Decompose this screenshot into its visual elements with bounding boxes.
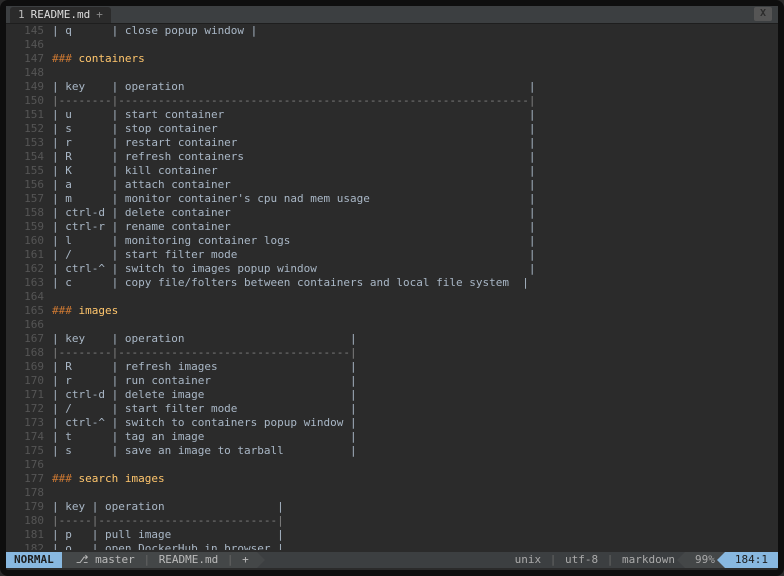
status-filename: README.md (159, 553, 219, 566)
code-line: | ctrl-^ | switch to containers popup wi… (52, 416, 778, 430)
code-line: | q | close popup window | (52, 24, 778, 38)
branch-name: master (95, 553, 135, 566)
code-line: | key | operation | (52, 500, 778, 514)
line-number: 175 (6, 444, 44, 458)
code-line: | R | refresh containers | (52, 150, 778, 164)
code-line: | r | run container | (52, 374, 778, 388)
line-number: 165 (6, 304, 44, 318)
close-icon[interactable]: X (754, 7, 772, 21)
filetype: markdown (622, 553, 675, 566)
line-number: 156 (6, 178, 44, 192)
editor-pane[interactable]: 1451461471481491501511521531541551561571… (6, 24, 778, 550)
code-area[interactable]: | q | close popup window | ### containers… (52, 24, 778, 550)
code-line: | / | start filter mode | (52, 402, 778, 416)
code-line: | s | save an image to tarball | (52, 444, 778, 458)
line-number: 169 (6, 360, 44, 374)
line-number: 162 (6, 262, 44, 276)
line-number: 153 (6, 136, 44, 150)
line-number: 149 (6, 80, 44, 94)
line-number: 154 (6, 150, 44, 164)
cursor-position: 184:1 (725, 552, 778, 568)
tab-modified-flag: + (96, 8, 103, 22)
code-line: | m | monitor container's cpu nad mem us… (52, 192, 778, 206)
line-number: 167 (6, 332, 44, 346)
mode-indicator: NORMAL (6, 552, 62, 568)
code-line (52, 66, 778, 80)
line-number: 180 (6, 514, 44, 528)
line-number: 151 (6, 108, 44, 122)
code-line: | l | monitoring container logs | (52, 234, 778, 248)
code-line: | key | operation | (52, 332, 778, 346)
line-number: 147 (6, 52, 44, 66)
line-number: 146 (6, 38, 44, 52)
code-line: | ctrl-d | delete image | (52, 388, 778, 402)
line-number: 150 (6, 94, 44, 108)
git-segment: ⎇ master | README.md | + (62, 552, 257, 568)
line-number: 177 (6, 472, 44, 486)
code-line: | R | refresh images | (52, 360, 778, 374)
line-number: 181 (6, 528, 44, 542)
line-number: 173 (6, 416, 44, 430)
line-number: 182 (6, 542, 44, 550)
line-number: 171 (6, 388, 44, 402)
code-line (52, 38, 778, 52)
code-line: |--------|------------------------------… (52, 346, 778, 360)
code-line (52, 318, 778, 332)
fileformat: unix (515, 553, 542, 566)
code-line: | o | open DockerHub in browser | (52, 542, 778, 550)
code-line: | r | restart container | (52, 136, 778, 150)
line-number: 158 (6, 206, 44, 220)
tab-readme[interactable]: 1 README.md + (10, 7, 111, 23)
line-number: 164 (6, 290, 44, 304)
code-line: | K | kill container | (52, 164, 778, 178)
line-number: 148 (6, 66, 44, 80)
encoding: utf-8 (565, 553, 598, 566)
code-line: | ctrl-d | delete container | (52, 206, 778, 220)
code-line (52, 486, 778, 500)
code-line: |--------|------------------------------… (52, 94, 778, 108)
code-line: | a | attach container | (52, 178, 778, 192)
code-line (52, 458, 778, 472)
code-line: ### images (52, 304, 778, 318)
code-line: | ctrl-r | rename container | (52, 220, 778, 234)
line-number: 152 (6, 122, 44, 136)
line-number: 179 (6, 500, 44, 514)
line-number: 157 (6, 192, 44, 206)
line-number: 170 (6, 374, 44, 388)
code-line: | s | stop container | (52, 122, 778, 136)
line-number: 168 (6, 346, 44, 360)
code-line: | c | copy file/folters between containe… (52, 276, 778, 290)
tab-filename: README.md (31, 8, 91, 22)
code-line: ### search images (52, 472, 778, 486)
status-bar: NORMAL ⎇ master | README.md | + unix | u… (6, 552, 778, 568)
tab-bar: 1 README.md + X (6, 6, 778, 24)
line-number: 163 (6, 276, 44, 290)
tab-index: 1 (18, 8, 25, 22)
code-line: ### containers (52, 52, 778, 66)
line-number: 155 (6, 164, 44, 178)
line-number: 161 (6, 248, 44, 262)
line-number: 178 (6, 486, 44, 500)
file-meta: unix | utf-8 | markdown (505, 552, 685, 568)
code-line: | key | operation | (52, 80, 778, 94)
line-number: 176 (6, 458, 44, 472)
code-line: | ctrl-^ | switch to images popup window… (52, 262, 778, 276)
line-number: 145 (6, 24, 44, 38)
line-number-gutter: 1451461471481491501511521531541551561571… (6, 24, 52, 550)
code-line: | / | start filter mode | (52, 248, 778, 262)
line-number: 160 (6, 234, 44, 248)
code-line: | t | tag an image | (52, 430, 778, 444)
code-line: | p | pull image | (52, 528, 778, 542)
code-line (52, 290, 778, 304)
code-line: | u | start container | (52, 108, 778, 122)
branch-icon: ⎇ (76, 553, 89, 566)
line-number: 166 (6, 318, 44, 332)
line-number: 172 (6, 402, 44, 416)
status-modified: + (242, 553, 249, 566)
line-number: 174 (6, 430, 44, 444)
code-line: |-----|---------------------------| (52, 514, 778, 528)
line-number: 159 (6, 220, 44, 234)
